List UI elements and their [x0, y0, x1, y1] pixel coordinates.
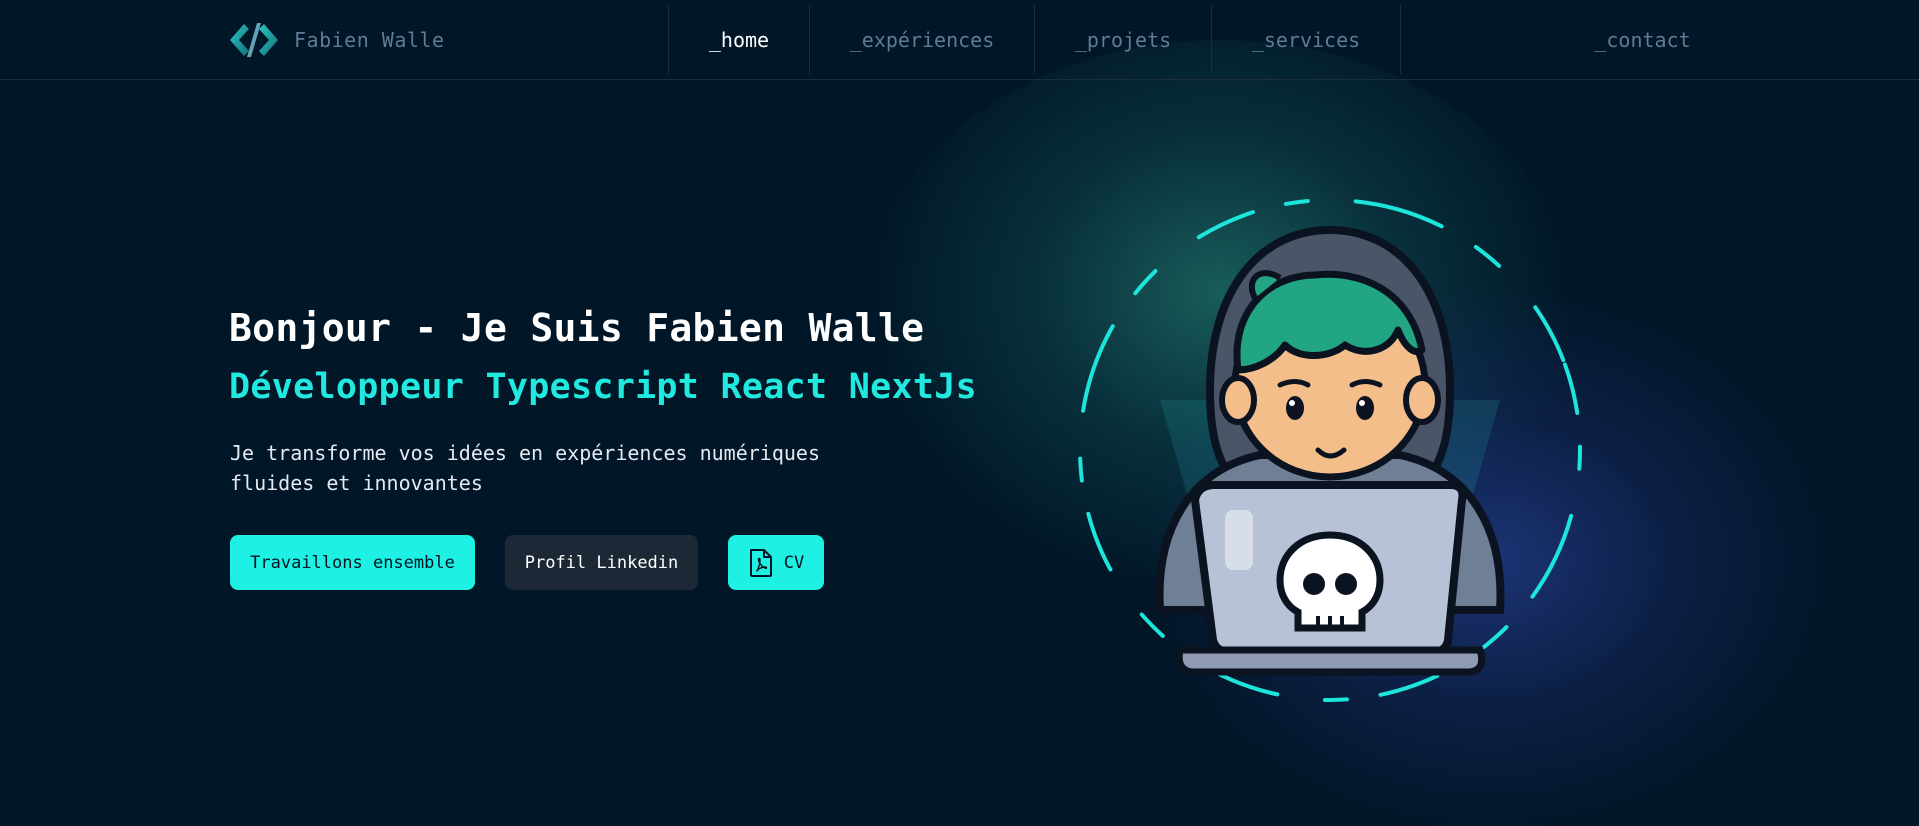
hero-title: Bonjour - Je Suis Fabien Walle — [229, 306, 925, 350]
work-together-button[interactable]: Travaillons ensemble — [230, 535, 475, 590]
hero-description: Je transforme vos idées en expériences n… — [230, 441, 821, 495]
brand-name: Fabien Walle — [294, 28, 445, 52]
hooded-developer-illustration — [1078, 198, 1582, 702]
nav-experiences[interactable]: _expériences — [810, 0, 1034, 80]
page: Fabien Walle _home _expériences _projets… — [0, 0, 1919, 826]
linkedin-profile-button[interactable]: Profil Linkedin — [505, 535, 698, 590]
hero-subtitle: Développeur Typescript React NextJs — [229, 367, 978, 407]
code-brackets-icon — [230, 23, 278, 57]
nav-services[interactable]: _services — [1212, 0, 1400, 80]
nav-divider — [1400, 5, 1401, 74]
navbar: Fabien Walle _home _expériences _projets… — [0, 0, 1919, 80]
nav-home[interactable]: _home — [669, 0, 809, 80]
nav-projets[interactable]: _projets — [1035, 0, 1211, 80]
nav-contact[interactable]: _contact — [1570, 0, 1715, 80]
cv-download-button[interactable]: CV — [728, 535, 824, 590]
cv-label: CV — [783, 552, 805, 573]
pdf-file-icon — [749, 548, 772, 577]
brand-home-link[interactable]: Fabien Walle — [228, 20, 445, 60]
